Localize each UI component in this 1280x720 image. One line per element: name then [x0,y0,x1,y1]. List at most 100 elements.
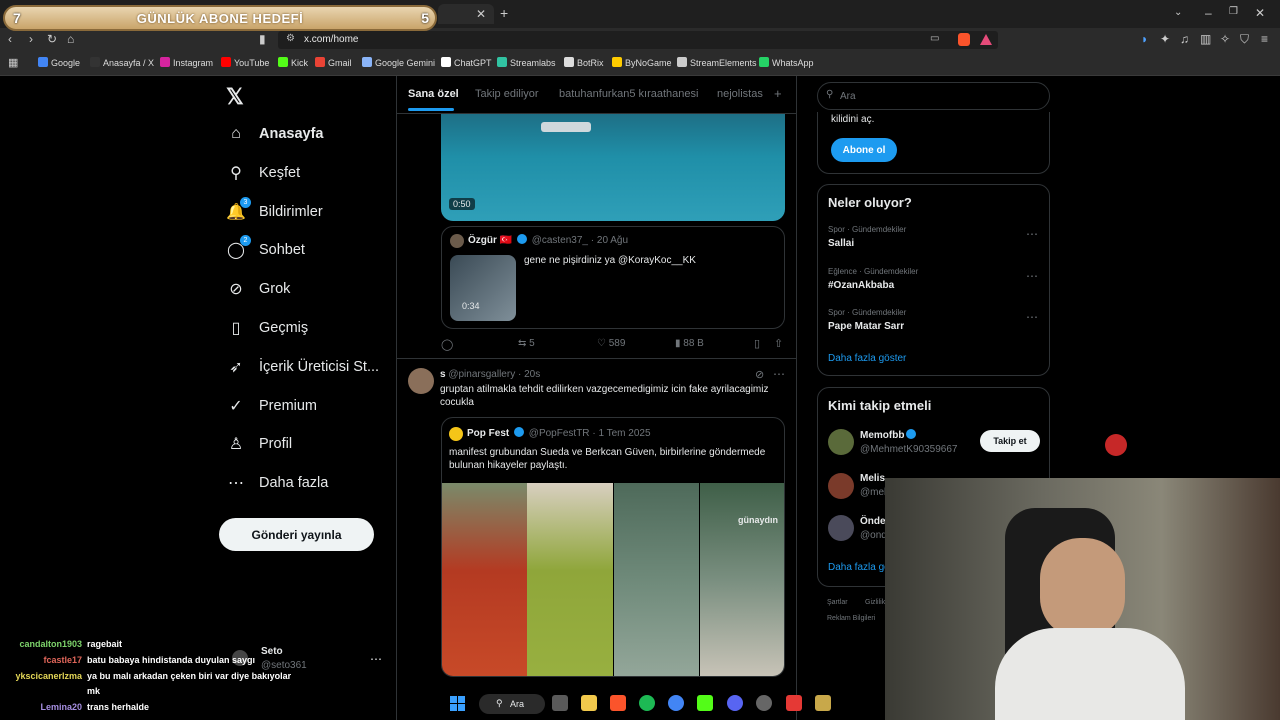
account-more-icon[interactable]: ⋯ [370,652,382,666]
bookmark-item[interactable]: ChatGPT [441,57,492,68]
suggestion-handle[interactable]: @MehmetK90359667 [860,444,957,455]
nav-item-premium[interactable]: ✓ Premium [227,392,317,420]
bookmark-item[interactable]: Streamlabs [497,57,556,68]
trend-more-icon[interactable]: ⋯ [1026,310,1038,324]
minimize-icon[interactable]: – [1205,6,1212,20]
post-time[interactable]: 20s [524,369,540,380]
app-red-icon[interactable] [786,695,802,711]
post-more-icon[interactable]: ⋯ [773,367,785,381]
like-button[interactable]: ♡ 589 [597,338,625,349]
footer-ads[interactable]: Reklam Bilgileri [827,615,875,622]
nav-item-bildirimler[interactable]: 🔔 3 Bildirimler [226,196,323,226]
quote-date[interactable]: 20 Ağu [597,235,628,246]
address-bar[interactable]: ⚙ x.com/home ▭ [278,31,998,49]
file-explorer-icon[interactable] [581,695,597,711]
image-2[interactable] [527,483,613,676]
tab-following[interactable]: Takip ediliyor [475,88,539,100]
nav-item-grok[interactable]: ⊘ Grok [227,275,290,303]
suggestion-avatar-2[interactable] [828,473,854,499]
suggestion-avatar-3[interactable] [828,515,854,541]
apps-grid-icon[interactable]: ▦ [8,56,18,69]
trend-more-icon[interactable]: ⋯ [1026,269,1038,283]
account-handle[interactable]: @seto361 [261,660,307,671]
quote2-author[interactable]: Pop Fest [467,428,509,439]
suggestion-handle-3[interactable]: @ond [860,530,887,541]
post-button[interactable]: Gönderi yayınla [219,518,374,551]
bookmark-item[interactable]: BotRix [564,57,604,68]
quote2-handle[interactable]: @PopFestTR [529,428,590,439]
url-text[interactable]: x.com/home [304,34,358,45]
bookmark-item[interactable]: StreamElements [677,57,757,68]
search-box[interactable]: ⚲ Ara [817,82,1050,110]
quoted-post[interactable]: Özgür 🇹🇷 @casten37_ · 20 Ağu 0:34 gene n… [441,226,785,329]
follow-button[interactable]: Takip et [980,430,1040,452]
taskbar-search-label[interactable]: Ara [510,699,524,709]
suggestion-avatar[interactable] [828,429,854,455]
bookmark-item[interactable]: Google Gemini [362,57,435,68]
image-1[interactable] [442,483,527,676]
obs-icon[interactable] [756,695,772,711]
media-icon[interactable]: ♫ [1180,32,1189,46]
follow-more-link[interactable]: Daha fazla gö [828,562,890,573]
windows-start-icon[interactable] [450,696,466,712]
bookmark-icon[interactable]: ▯ [754,337,760,350]
post-avatar[interactable] [408,368,434,394]
suggestion-name-3[interactable]: Önde [860,516,886,527]
account-name[interactable]: Seto [261,646,283,657]
trend-name[interactable]: #OzanAkbaba [828,280,894,291]
trend-more-icon[interactable]: ⋯ [1026,227,1038,241]
extensions-icon[interactable]: ✦ [1160,32,1170,46]
nav-item-sohbet[interactable]: ◯ 2 Sohbet [227,235,305,264]
search-input[interactable]: Ara [840,91,856,102]
forward-icon[interactable]: › [29,32,33,46]
footer-terms[interactable]: Şartlar [827,599,848,606]
quoted-post-2[interactable]: Pop Fest @PopFestTR · 1 Tem 2025 manifes… [441,417,785,677]
quote2-date[interactable]: 1 Tem 2025 [598,428,650,439]
close-window-icon[interactable]: ✕ [1255,6,1265,20]
post-author[interactable]: s [440,369,446,380]
brave-shield-icon[interactable] [958,33,970,46]
views-button[interactable]: ▮ 88 B [675,338,704,349]
bookmark-item[interactable]: Google [38,57,80,68]
add-tab-icon[interactable]: + [774,86,782,101]
nav-item-daha-fazla[interactable]: ⋯ Daha fazla [227,469,328,497]
nav-item-profil[interactable]: ♙ Profil [227,430,292,458]
task-view-icon[interactable] [552,695,568,711]
bookmark-page-icon[interactable]: ▮ [259,32,266,46]
taskbar-search[interactable]: ⚲ Ara [479,694,545,714]
sidebar-toggle-icon[interactable]: ▥ [1200,32,1211,46]
subscribe-button[interactable]: Abone ol [831,138,897,162]
leo-icon[interactable]: ✧ [1220,32,1230,46]
back-icon[interactable]: ‹ [8,32,12,46]
bookmark-item[interactable]: Gmail [315,57,352,68]
bookmark-item[interactable]: YouTube [221,57,269,68]
cast-icon[interactable]: ▭ [930,33,939,44]
wallet-icon[interactable]: ◗ [1141,32,1148,46]
suggestion-name-2[interactable]: Melis [860,473,885,484]
chevron-down-icon[interactable]: ⌄ [1174,7,1182,18]
maximize-icon[interactable]: ❐ [1229,6,1238,17]
x-logo-icon[interactable]: 𝕏 [226,84,244,110]
repost-button[interactable]: ⇆ 5 [518,338,535,349]
brave-rewards-icon[interactable] [980,34,992,45]
bookmark-item[interactable]: Anasayfa / X [90,57,154,68]
bookmark-item[interactable]: Instagram [160,57,213,68]
reply-icon[interactable]: ◯ [441,338,453,351]
suggestion-name[interactable]: Memofbb [860,429,918,441]
discord-icon[interactable] [727,695,743,711]
league-icon[interactable] [815,695,831,711]
image-4[interactable]: günaydın [700,483,784,676]
tab-community[interactable]: batuhanfurkan5 kıraathanesi [559,88,698,100]
reload-icon[interactable]: ↻ [47,32,57,46]
quote-author[interactable]: Özgür [468,235,497,246]
tab-list[interactable]: nejolistas [717,88,763,100]
nav-item-keşfet[interactable]: ⚲ Keşfet [227,159,300,187]
new-tab-icon[interactable]: + [500,5,508,21]
nav-item-anasayfa[interactable]: ⌂ Anasayfa [227,120,323,148]
suggestion-handle-2[interactable]: @mel [860,487,886,498]
trends-more-link[interactable]: Daha fazla göster [828,353,906,364]
bookmark-item[interactable]: WhatsApp [759,57,814,68]
kick-icon[interactable] [697,695,713,711]
image-3[interactable] [614,483,699,676]
tab-for-you[interactable]: Sana özel [408,88,459,100]
